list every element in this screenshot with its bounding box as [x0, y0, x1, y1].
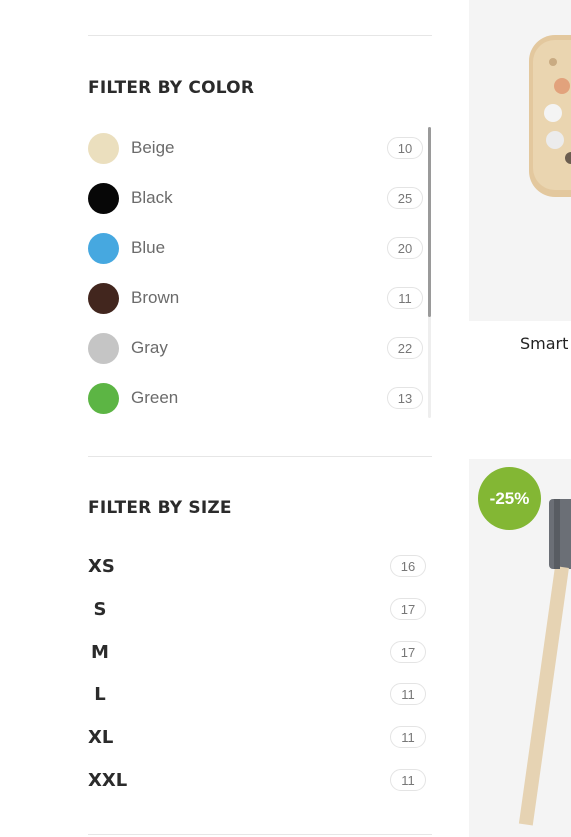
color-filter-item-gray[interactable]: Gray 22 — [88, 323, 424, 373]
size-label: XL — [88, 726, 114, 748]
color-filter-item-green[interactable]: Green 13 — [88, 373, 424, 423]
color-label: Black — [131, 188, 173, 207]
size-filter-item-xs[interactable]: XS 16 — [88, 551, 426, 581]
size-filter-item-xxl[interactable]: XXL 11 — [88, 765, 426, 795]
count-badge: 22 — [387, 337, 423, 359]
color-label: Green — [131, 388, 179, 407]
count-badge: 11 — [387, 287, 423, 309]
color-label: Gray — [131, 338, 168, 357]
size-label: M — [91, 641, 109, 663]
blue-swatch — [88, 232, 119, 264]
bottom-divider — [88, 834, 432, 835]
size-label: S — [93, 598, 107, 620]
count-badge: 17 — [390, 598, 426, 620]
size-filter-item-l[interactable]: L 11 — [88, 679, 426, 709]
count-badge: 11 — [390, 726, 426, 748]
gray-swatch — [88, 332, 119, 364]
product-card-image[interactable] — [469, 0, 571, 321]
black-swatch — [88, 182, 119, 214]
color-filter-item-beige[interactable]: Beige 10 — [88, 123, 424, 173]
color-filter-item-brown[interactable]: Brown 11 — [88, 273, 424, 323]
count-badge: 10 — [387, 137, 423, 159]
beige-swatch — [88, 132, 119, 164]
count-badge: 13 — [387, 387, 423, 409]
color-label: Brown — [131, 288, 180, 307]
size-label: L — [94, 683, 106, 705]
wooden-toy-image — [529, 35, 571, 197]
middle-divider — [88, 456, 432, 457]
filter-by-size-title: FILTER BY SIZE — [88, 498, 232, 518]
color-filter-list: Beige 10 Black 25 Blue 20 Brown 11 Gray … — [88, 123, 428, 418]
count-badge: 25 — [387, 187, 423, 209]
filter-by-color-title: FILTER BY COLOR — [88, 78, 255, 98]
color-label: Blue — [131, 238, 166, 257]
color-filter-item-blue[interactable]: Blue 20 — [88, 223, 424, 273]
top-divider — [88, 35, 432, 36]
count-badge: 11 — [390, 769, 426, 791]
count-badge: 17 — [390, 641, 426, 663]
count-badge: 16 — [390, 555, 426, 577]
size-filter-item-xl[interactable]: XL 11 — [88, 722, 426, 752]
size-label: XS — [88, 555, 115, 577]
green-swatch — [88, 382, 119, 414]
size-filter-item-s[interactable]: S 17 — [88, 594, 426, 624]
size-label: XXL — [88, 769, 128, 791]
size-filter-item-m[interactable]: M 17 — [88, 637, 426, 667]
sale-badge: -25% — [478, 467, 541, 530]
color-list-scrollbar-thumb[interactable] — [428, 127, 431, 317]
count-badge: 20 — [387, 237, 423, 259]
count-badge: 11 — [390, 683, 426, 705]
product-name[interactable]: Smart — [520, 334, 568, 353]
color-label: Beige — [131, 138, 175, 157]
brown-swatch — [88, 282, 119, 314]
color-filter-item-black[interactable]: Black 25 — [88, 173, 424, 223]
